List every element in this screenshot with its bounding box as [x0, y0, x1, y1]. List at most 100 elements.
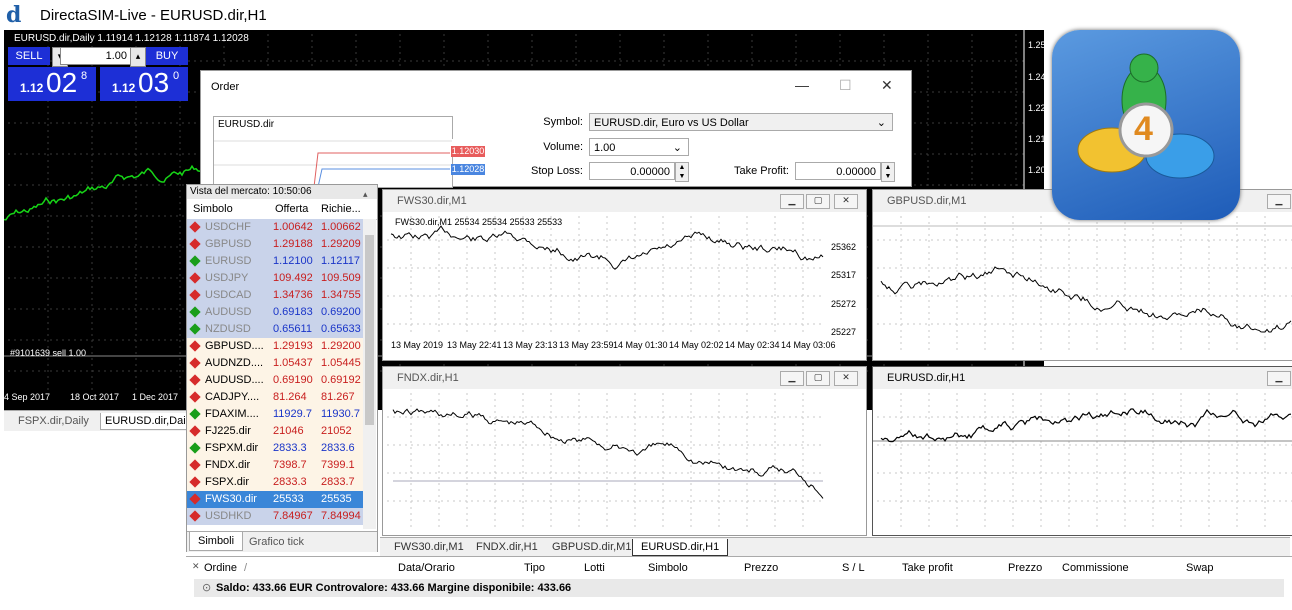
- back-date-label: 4 Sep 2017: [4, 392, 50, 402]
- market-watch-row[interactable]: FNDX.dir7398.77399.1: [187, 457, 363, 474]
- row-ask: 0.69200: [321, 304, 361, 321]
- row-symbol: FSPX.dir: [205, 474, 249, 491]
- take-profit-spinner[interactable]: ▲▼: [881, 162, 895, 182]
- window-minimize-button[interactable]: ▁: [780, 194, 804, 209]
- buy-button[interactable]: BUY: [146, 47, 188, 65]
- fws30-price-label: 25317: [831, 270, 856, 280]
- chart-window-fws30[interactable]: FWS30.dir,M1 ▁ ▢ ✕ FWS30.dir,M1 25534 25…: [382, 189, 867, 361]
- sell-price-big: 02: [46, 67, 77, 99]
- market-watch-row[interactable]: USDJPY109.492109.509: [187, 270, 363, 287]
- arrow-down-icon: [189, 510, 200, 521]
- symbol-label: Symbol:: [531, 116, 583, 128]
- window-minimize-button[interactable]: ▁: [780, 371, 804, 386]
- volume-input[interactable]: 1.00: [60, 47, 132, 65]
- column-ask[interactable]: Richie...: [321, 203, 361, 215]
- chart-window-fndx[interactable]: FNDX.dir,H1 ▁ ▢ ✕: [382, 366, 867, 536]
- row-bid: 25533: [273, 491, 304, 508]
- market-watch-scrollbar[interactable]: [363, 219, 376, 529]
- tab-grafico-tick[interactable]: Grafico tick: [249, 533, 304, 551]
- arrow-up-icon: [189, 306, 200, 317]
- arrow-down-icon: [189, 391, 200, 402]
- fws30-price-label: 25272: [831, 299, 856, 309]
- window-restore-button[interactable]: ▢: [806, 194, 830, 209]
- scrollbar-thumb[interactable]: [365, 235, 374, 425]
- fws30-date-label: 14 May 02:34: [725, 340, 780, 350]
- tab-fspx-daily[interactable]: FSPX.dir,Daily: [14, 413, 93, 429]
- stop-loss-input[interactable]: 0.00000: [589, 162, 675, 180]
- row-bid: 1.00642: [273, 219, 313, 236]
- tab-eurusd-daily[interactable]: EURUSD.dir,Daily: [100, 413, 199, 430]
- window-close-button[interactable]: ✕: [834, 371, 858, 386]
- market-watch-row[interactable]: AUDNZD....1.054371.05445: [187, 355, 363, 372]
- stop-loss-spinner[interactable]: ▲▼: [675, 162, 689, 182]
- row-ask: 25535: [321, 491, 352, 508]
- row-ask: 11930.7: [321, 406, 360, 423]
- market-watch-tabs: Simboli Grafico tick: [187, 531, 377, 552]
- arrow-down-icon: [189, 476, 200, 487]
- window-close-button[interactable]: ✕: [834, 194, 858, 209]
- row-bid: 0.65611: [273, 321, 312, 338]
- tab-simboli[interactable]: Simboli: [189, 532, 243, 551]
- volume-up-button[interactable]: ▴: [130, 47, 146, 67]
- volume-select[interactable]: 1.00 ⌄: [589, 138, 689, 156]
- market-watch-row[interactable]: USDCAD1.347361.34755: [187, 287, 363, 304]
- row-ask: 1.12117: [321, 253, 360, 270]
- sell-price-button[interactable]: 1.12 02 8: [8, 67, 96, 101]
- row-ask: 1.29209: [321, 236, 361, 253]
- market-watch-row[interactable]: AUDUSD....0.691900.69192: [187, 372, 363, 389]
- sell-button[interactable]: SELL: [8, 47, 50, 65]
- window-restore-button[interactable]: ▢: [806, 371, 830, 386]
- take-profit-input[interactable]: 0.00000: [795, 162, 881, 180]
- volume-label: Volume:: [521, 141, 583, 153]
- market-watch-row[interactable]: EURUSD1.121001.12117: [187, 253, 363, 270]
- market-watch-row[interactable]: NZDUSD0.656110.65633: [187, 321, 363, 338]
- market-watch-row[interactable]: FSPX.dir2833.32833.7: [187, 474, 363, 491]
- market-watch-row[interactable]: GBPUSD....1.291931.29200: [187, 338, 363, 355]
- market-watch-row[interactable]: FSPXM.dir2833.32833.6: [187, 440, 363, 457]
- sell-price-sup: 8: [81, 70, 87, 82]
- market-watch-row[interactable]: USDCHF1.006421.00662: [187, 219, 363, 236]
- order-dialog: Order — ☐ ✕ EURUSD.dir 1.12030 1.12028 S…: [200, 70, 912, 187]
- sell-price-small: 1.12: [20, 81, 43, 95]
- buy-price-button[interactable]: 1.12 03 0: [100, 67, 188, 101]
- market-watch-row[interactable]: FJ225.dir2104621052: [187, 423, 363, 440]
- market-watch-row[interactable]: FDAXIM....11929.711930.7: [187, 406, 363, 423]
- order-mini-chart: EURUSD.dir: [213, 116, 453, 188]
- market-watch-row[interactable]: USDHKD7.849677.84994: [187, 508, 363, 525]
- row-bid: 7.84967: [273, 508, 313, 525]
- fws30-date-label: 14 May 03:06: [781, 340, 836, 350]
- fws30-price-label: 25227: [831, 327, 856, 337]
- window-minimize-button[interactable]: ▁: [1267, 194, 1291, 209]
- back-price-label: 1.216: [1028, 134, 1051, 144]
- close-icon[interactable]: ✕: [881, 77, 893, 94]
- market-watch-row[interactable]: GBPUSD1.291881.29209: [187, 236, 363, 253]
- arrow-down-icon: [189, 357, 200, 368]
- arrow-down-icon: [189, 221, 200, 232]
- column-symbol[interactable]: Simbolo: [193, 203, 233, 215]
- market-watch-row[interactable]: CADJPY....81.26481.267: [187, 389, 363, 406]
- arrow-down-icon: [189, 425, 200, 436]
- take-profit-label: Take Profit:: [711, 165, 789, 177]
- fws30-date-label: 14 May 02:02: [669, 340, 724, 350]
- arrow-down-icon: [189, 289, 200, 300]
- row-symbol: FWS30.dir: [205, 491, 257, 508]
- row-ask: 21052: [321, 423, 352, 440]
- row-ask: 2833.7: [321, 474, 355, 491]
- row-bid: 0.69183: [273, 304, 313, 321]
- minimize-icon[interactable]: —: [795, 77, 809, 93]
- arrow-down-icon: [189, 340, 200, 351]
- market-watch-row[interactable]: FWS30.dir 25533 25535: [187, 491, 363, 508]
- fws30-price-label: 25362: [831, 242, 856, 252]
- row-bid: 0.69190: [273, 372, 313, 389]
- market-watch-columns: Simbolo Offerta Richie...: [187, 199, 377, 220]
- row-bid: 2833.3: [273, 440, 307, 457]
- order-price-bid-badge: 1.12028: [451, 164, 485, 175]
- scroll-up-icon[interactable]: ▴: [363, 189, 368, 200]
- maximize-icon: ☐: [839, 77, 852, 94]
- market-watch-row[interactable]: AUDUSD0.691830.69200: [187, 304, 363, 321]
- symbol-select[interactable]: EURUSD.dir, Euro vs US Dollar ⌄: [589, 113, 893, 131]
- column-bid[interactable]: Offerta: [275, 203, 308, 215]
- chevron-down-icon: ⌄: [673, 139, 682, 157]
- row-symbol: AUDUSD....: [205, 372, 264, 389]
- back-price-label: 1.229: [1028, 103, 1051, 113]
